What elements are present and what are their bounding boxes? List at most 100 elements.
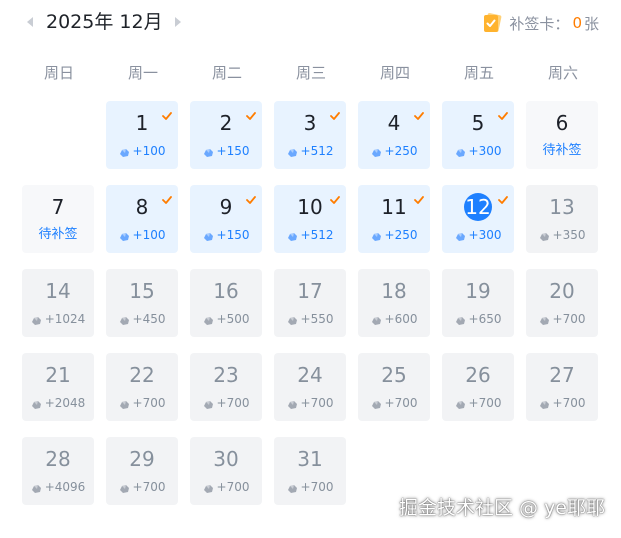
day-number: 19 — [465, 279, 491, 303]
calendar-day-19[interactable]: 19 +650 — [442, 269, 514, 337]
calendar-day-22[interactable]: 22 +700 — [106, 353, 178, 421]
ore-icon — [119, 398, 130, 409]
reward: +4096 — [22, 479, 94, 495]
ore-icon — [203, 482, 214, 493]
calendar-day-10[interactable]: 10 +512 — [274, 185, 346, 253]
day-number: 16 — [213, 279, 239, 303]
calendar-day-21[interactable]: 21 +2048 — [22, 353, 94, 421]
reward: +600 — [358, 311, 430, 327]
ore-icon — [287, 398, 298, 409]
day-number: 28 — [45, 447, 71, 471]
day-number: 29 — [129, 447, 155, 471]
calendar-day-29[interactable]: 29 +700 — [106, 437, 178, 505]
reward: +700 — [190, 395, 262, 411]
calendar-day-23[interactable]: 23 +700 — [190, 353, 262, 421]
ore-icon — [119, 482, 130, 493]
day-number: 25 — [381, 363, 407, 387]
day-number: 6 — [555, 111, 569, 135]
calendar-grid: 1 +100 2 +150 3 +512 4 +250 5 +300 6 待补签 7 待补签 8 +100 9 +… — [0, 0, 621, 538]
reward: +100 — [106, 143, 178, 159]
calendar-day-20[interactable]: 20 +700 — [526, 269, 598, 337]
calendar-day-13[interactable]: 13 +350 — [526, 185, 598, 253]
calendar-day-17[interactable]: 17 +550 — [274, 269, 346, 337]
calendar-day-2[interactable]: 2 +150 — [190, 101, 262, 169]
calendar-day-25[interactable]: 25 +700 — [358, 353, 430, 421]
ore-icon — [371, 314, 382, 325]
ore-icon — [539, 398, 550, 409]
checked-icon — [330, 189, 340, 204]
reward-amount: +700 — [468, 396, 502, 410]
calendar-day-7[interactable]: 7 待补签 — [22, 185, 94, 253]
reward: +150 — [190, 143, 262, 159]
calendar-day-4[interactable]: 4 +250 — [358, 101, 430, 169]
ore-icon — [455, 146, 466, 157]
calendar-day-8[interactable]: 8 +100 — [106, 185, 178, 253]
calendar-day-5[interactable]: 5 +300 — [442, 101, 514, 169]
reward-amount: +500 — [216, 312, 250, 326]
reward-amount: +450 — [132, 312, 166, 326]
day-number: 24 — [297, 363, 323, 387]
calendar-day-9[interactable]: 9 +150 — [190, 185, 262, 253]
checked-icon — [330, 105, 340, 120]
reward-amount: +4096 — [44, 480, 86, 494]
day-number: 15 — [129, 279, 155, 303]
calendar-day-24[interactable]: 24 +700 — [274, 353, 346, 421]
reward: +550 — [274, 311, 346, 327]
ore-icon — [203, 314, 214, 325]
reward: +700 — [526, 311, 598, 327]
makeup-pending-label: 待补签 — [542, 143, 582, 158]
checked-icon — [414, 189, 424, 204]
calendar-day-6[interactable]: 6 待补签 — [526, 101, 598, 169]
reward: +250 — [358, 143, 430, 159]
day-number: 7 — [51, 195, 65, 219]
reward-amount: +250 — [384, 228, 418, 242]
reward-amount: +1024 — [44, 312, 86, 326]
day-number: 30 — [213, 447, 239, 471]
ore-icon — [31, 398, 42, 409]
ore-icon — [203, 146, 214, 157]
calendar-day-28[interactable]: 28 +4096 — [22, 437, 94, 505]
calendar-day-3[interactable]: 3 +512 — [274, 101, 346, 169]
reward-amount: +100 — [132, 144, 166, 158]
day-number: 27 — [549, 363, 575, 387]
reward: +700 — [274, 395, 346, 411]
reward: +700 — [442, 395, 514, 411]
calendar-day-15[interactable]: 15 +450 — [106, 269, 178, 337]
day-number: 31 — [297, 447, 323, 471]
day-number: 13 — [549, 195, 575, 219]
calendar-day-27[interactable]: 27 +700 — [526, 353, 598, 421]
ore-icon — [203, 398, 214, 409]
ore-icon — [31, 482, 42, 493]
reward: +512 — [274, 227, 346, 243]
reward-amount: +250 — [384, 144, 418, 158]
reward-amount: +700 — [552, 312, 586, 326]
calendar-day-18[interactable]: 18 +600 — [358, 269, 430, 337]
ore-icon — [371, 146, 382, 157]
reward: +100 — [106, 227, 178, 243]
ore-icon — [119, 146, 130, 157]
reward: +250 — [358, 227, 430, 243]
ore-icon — [31, 314, 42, 325]
calendar-day-26[interactable]: 26 +700 — [442, 353, 514, 421]
checked-icon — [162, 105, 172, 120]
reward: +300 — [442, 143, 514, 159]
checked-icon — [162, 189, 172, 204]
calendar-day-1[interactable]: 1 +100 — [106, 101, 178, 169]
calendar-day-11[interactable]: 11 +250 — [358, 185, 430, 253]
calendar-day-16[interactable]: 16 +500 — [190, 269, 262, 337]
reward: +1024 — [22, 311, 94, 327]
reward-amount: +550 — [300, 312, 334, 326]
reward: +2048 — [22, 395, 94, 411]
checked-icon — [498, 105, 508, 120]
calendar-day-14[interactable]: 14 +1024 — [22, 269, 94, 337]
reward: +700 — [106, 395, 178, 411]
calendar-day-31[interactable]: 31 +700 — [274, 437, 346, 505]
ore-icon — [287, 314, 298, 325]
calendar-day-12[interactable]: 12 +300 — [442, 185, 514, 253]
reward: +700 — [358, 395, 430, 411]
checked-icon — [246, 189, 256, 204]
reward-amount: +300 — [468, 144, 502, 158]
calendar-day-30[interactable]: 30 +700 — [190, 437, 262, 505]
ore-icon — [119, 314, 130, 325]
day-number: 21 — [45, 363, 71, 387]
